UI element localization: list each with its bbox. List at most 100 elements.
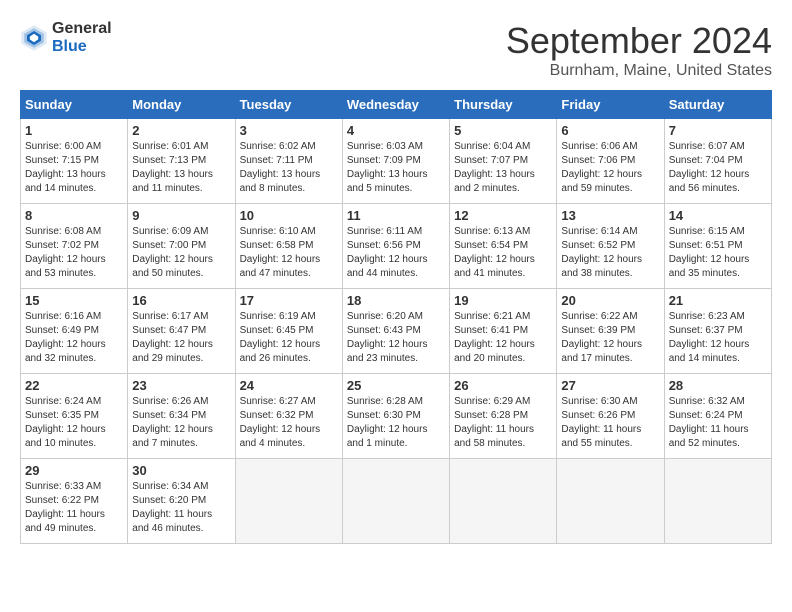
calendar-cell xyxy=(664,459,771,544)
day-number: 20 xyxy=(561,293,659,308)
weekday-header-thursday: Thursday xyxy=(450,91,557,119)
calendar-week-3: 15 Sunrise: 6:16 AMSunset: 6:49 PMDayligh… xyxy=(21,289,772,374)
calendar-cell: 6 Sunrise: 6:06 AMSunset: 7:06 PMDaylight… xyxy=(557,119,664,204)
day-info: Sunrise: 6:27 AMSunset: 6:32 PMDaylight:… xyxy=(240,395,338,451)
day-info: Sunrise: 6:15 AMSunset: 6:51 PMDaylight:… xyxy=(669,225,767,281)
day-number: 8 xyxy=(25,208,123,223)
calendar-cell: 25 Sunrise: 6:28 AMSunset: 6:30 PMDayligh… xyxy=(342,374,449,459)
day-info: Sunrise: 6:13 AMSunset: 6:54 PMDaylight:… xyxy=(454,225,552,281)
weekday-header-sunday: Sunday xyxy=(21,91,128,119)
day-info: Sunrise: 6:03 AMSunset: 7:09 PMDaylight:… xyxy=(347,140,445,196)
day-number: 22 xyxy=(25,378,123,393)
calendar-cell: 13Sunrise: 6:14 AMSunset: 6:52 PMDayligh… xyxy=(557,204,664,289)
calendar-week-4: 22Sunrise: 6:24 AMSunset: 6:35 PMDayligh… xyxy=(21,374,772,459)
logo-general-text: General xyxy=(52,20,112,38)
calendar-cell: 30 Sunrise: 6:34 AMSunset: 6:20 PMDayligh… xyxy=(128,459,235,544)
day-info: Sunrise: 6:07 AMSunset: 7:04 PMDaylight:… xyxy=(669,140,767,196)
day-info: Sunrise: 6:11 AMSunset: 6:56 PMDaylight:… xyxy=(347,225,445,281)
day-number: 26 xyxy=(454,378,552,393)
day-number: 24 xyxy=(240,378,338,393)
logo-icon xyxy=(20,24,48,52)
day-info: Sunrise: 6:20 AMSunset: 6:43 PMDaylight:… xyxy=(347,310,445,366)
day-info: Sunrise: 6:02 AMSunset: 7:11 PMDaylight:… xyxy=(240,140,338,196)
title-area: September 2024 Burnham, Maine, United St… xyxy=(506,20,772,80)
day-number: 10 xyxy=(240,208,338,223)
day-info: Sunrise: 6:16 AMSunset: 6:49 PMDaylight:… xyxy=(25,310,123,366)
location: Burnham, Maine, United States xyxy=(506,62,772,80)
day-number: 4 xyxy=(347,123,445,138)
calendar-cell: 2 Sunrise: 6:01 AMSunset: 7:13 PMDaylight… xyxy=(128,119,235,204)
day-info: Sunrise: 6:09 AMSunset: 7:00 PMDaylight:… xyxy=(132,225,230,281)
calendar-cell: 15 Sunrise: 6:16 AMSunset: 6:49 PMDayligh… xyxy=(21,289,128,374)
day-number: 15 xyxy=(25,293,123,308)
calendar-cell: 27 Sunrise: 6:30 AMSunset: 6:26 PMDayligh… xyxy=(557,374,664,459)
calendar-cell xyxy=(342,459,449,544)
day-info: Sunrise: 6:19 AMSunset: 6:45 PMDaylight:… xyxy=(240,310,338,366)
calendar-cell: 22Sunrise: 6:24 AMSunset: 6:35 PMDayligh… xyxy=(21,374,128,459)
calendar-cell: 16 Sunrise: 6:17 AMSunset: 6:47 PMDayligh… xyxy=(128,289,235,374)
day-info: Sunrise: 6:17 AMSunset: 6:47 PMDaylight:… xyxy=(132,310,230,366)
day-number: 3 xyxy=(240,123,338,138)
header: General Blue September 2024 Burnham, Mai… xyxy=(20,20,772,80)
day-number: 23 xyxy=(132,378,230,393)
day-number: 18 xyxy=(347,293,445,308)
calendar-cell: 19Sunrise: 6:21 AMSunset: 6:41 PMDayligh… xyxy=(450,289,557,374)
calendar-cell: 4 Sunrise: 6:03 AMSunset: 7:09 PMDaylight… xyxy=(342,119,449,204)
calendar-cell: 14Sunrise: 6:15 AMSunset: 6:51 PMDayligh… xyxy=(664,204,771,289)
day-info: Sunrise: 6:23 AMSunset: 6:37 PMDaylight:… xyxy=(669,310,767,366)
day-number: 25 xyxy=(347,378,445,393)
calendar-cell: 1 Sunrise: 6:00 AMSunset: 7:15 PMDaylight… xyxy=(21,119,128,204)
calendar-cell xyxy=(235,459,342,544)
calendar-week-1: 1 Sunrise: 6:00 AMSunset: 7:15 PMDaylight… xyxy=(21,119,772,204)
day-number: 2 xyxy=(132,123,230,138)
day-info: Sunrise: 6:06 AMSunset: 7:06 PMDaylight:… xyxy=(561,140,659,196)
calendar-cell: 17 Sunrise: 6:19 AMSunset: 6:45 PMDayligh… xyxy=(235,289,342,374)
calendar-cell: 3 Sunrise: 6:02 AMSunset: 7:11 PMDaylight… xyxy=(235,119,342,204)
day-info: Sunrise: 6:28 AMSunset: 6:30 PMDaylight:… xyxy=(347,395,445,451)
day-info: Sunrise: 6:26 AMSunset: 6:34 PMDaylight:… xyxy=(132,395,230,451)
day-info: Sunrise: 6:34 AMSunset: 6:20 PMDaylight:… xyxy=(132,480,230,536)
logo-text: General Blue xyxy=(52,20,112,55)
calendar-cell: 28Sunrise: 6:32 AMSunset: 6:24 PMDayligh… xyxy=(664,374,771,459)
day-info: Sunrise: 6:10 AMSunset: 6:58 PMDaylight:… xyxy=(240,225,338,281)
calendar-cell: 12 Sunrise: 6:13 AMSunset: 6:54 PMDayligh… xyxy=(450,204,557,289)
day-number: 29 xyxy=(25,463,123,478)
calendar-cell xyxy=(450,459,557,544)
day-number: 17 xyxy=(240,293,338,308)
calendar-week-5: 29Sunrise: 6:33 AMSunset: 6:22 PMDayligh… xyxy=(21,459,772,544)
weekday-header-friday: Friday xyxy=(557,91,664,119)
day-number: 13 xyxy=(561,208,659,223)
calendar-cell: 26 Sunrise: 6:29 AMSunset: 6:28 PMDayligh… xyxy=(450,374,557,459)
calendar-cell: 8 Sunrise: 6:08 AMSunset: 7:02 PMDaylight… xyxy=(21,204,128,289)
weekday-header-saturday: Saturday xyxy=(664,91,771,119)
day-number: 16 xyxy=(132,293,230,308)
calendar-cell: 23 Sunrise: 6:26 AMSunset: 6:34 PMDayligh… xyxy=(128,374,235,459)
calendar-table: SundayMondayTuesdayWednesdayThursdayFrid… xyxy=(20,90,772,544)
calendar-cell: 11Sunrise: 6:11 AMSunset: 6:56 PMDayligh… xyxy=(342,204,449,289)
weekday-header-tuesday: Tuesday xyxy=(235,91,342,119)
day-number: 19 xyxy=(454,293,552,308)
day-number: 7 xyxy=(669,123,767,138)
day-info: Sunrise: 6:29 AMSunset: 6:28 PMDaylight:… xyxy=(454,395,552,451)
day-info: Sunrise: 6:00 AMSunset: 7:15 PMDaylight:… xyxy=(25,140,123,196)
day-info: Sunrise: 6:22 AMSunset: 6:39 PMDaylight:… xyxy=(561,310,659,366)
day-info: Sunrise: 6:01 AMSunset: 7:13 PMDaylight:… xyxy=(132,140,230,196)
day-number: 5 xyxy=(454,123,552,138)
day-number: 6 xyxy=(561,123,659,138)
calendar-cell: 20 Sunrise: 6:22 AMSunset: 6:39 PMDayligh… xyxy=(557,289,664,374)
month-title: September 2024 xyxy=(506,20,772,62)
day-number: 1 xyxy=(25,123,123,138)
day-number: 9 xyxy=(132,208,230,223)
day-info: Sunrise: 6:08 AMSunset: 7:02 PMDaylight:… xyxy=(25,225,123,281)
weekday-header-row: SundayMondayTuesdayWednesdayThursdayFrid… xyxy=(21,91,772,119)
calendar-cell: 10 Sunrise: 6:10 AMSunset: 6:58 PMDayligh… xyxy=(235,204,342,289)
day-info: Sunrise: 6:30 AMSunset: 6:26 PMDaylight:… xyxy=(561,395,659,451)
calendar-cell: 24 Sunrise: 6:27 AMSunset: 6:32 PMDayligh… xyxy=(235,374,342,459)
day-number: 27 xyxy=(561,378,659,393)
calendar-cell xyxy=(557,459,664,544)
calendar-cell: 9 Sunrise: 6:09 AMSunset: 7:00 PMDaylight… xyxy=(128,204,235,289)
day-number: 12 xyxy=(454,208,552,223)
calendar-week-2: 8 Sunrise: 6:08 AMSunset: 7:02 PMDaylight… xyxy=(21,204,772,289)
weekday-header-monday: Monday xyxy=(128,91,235,119)
day-number: 30 xyxy=(132,463,230,478)
